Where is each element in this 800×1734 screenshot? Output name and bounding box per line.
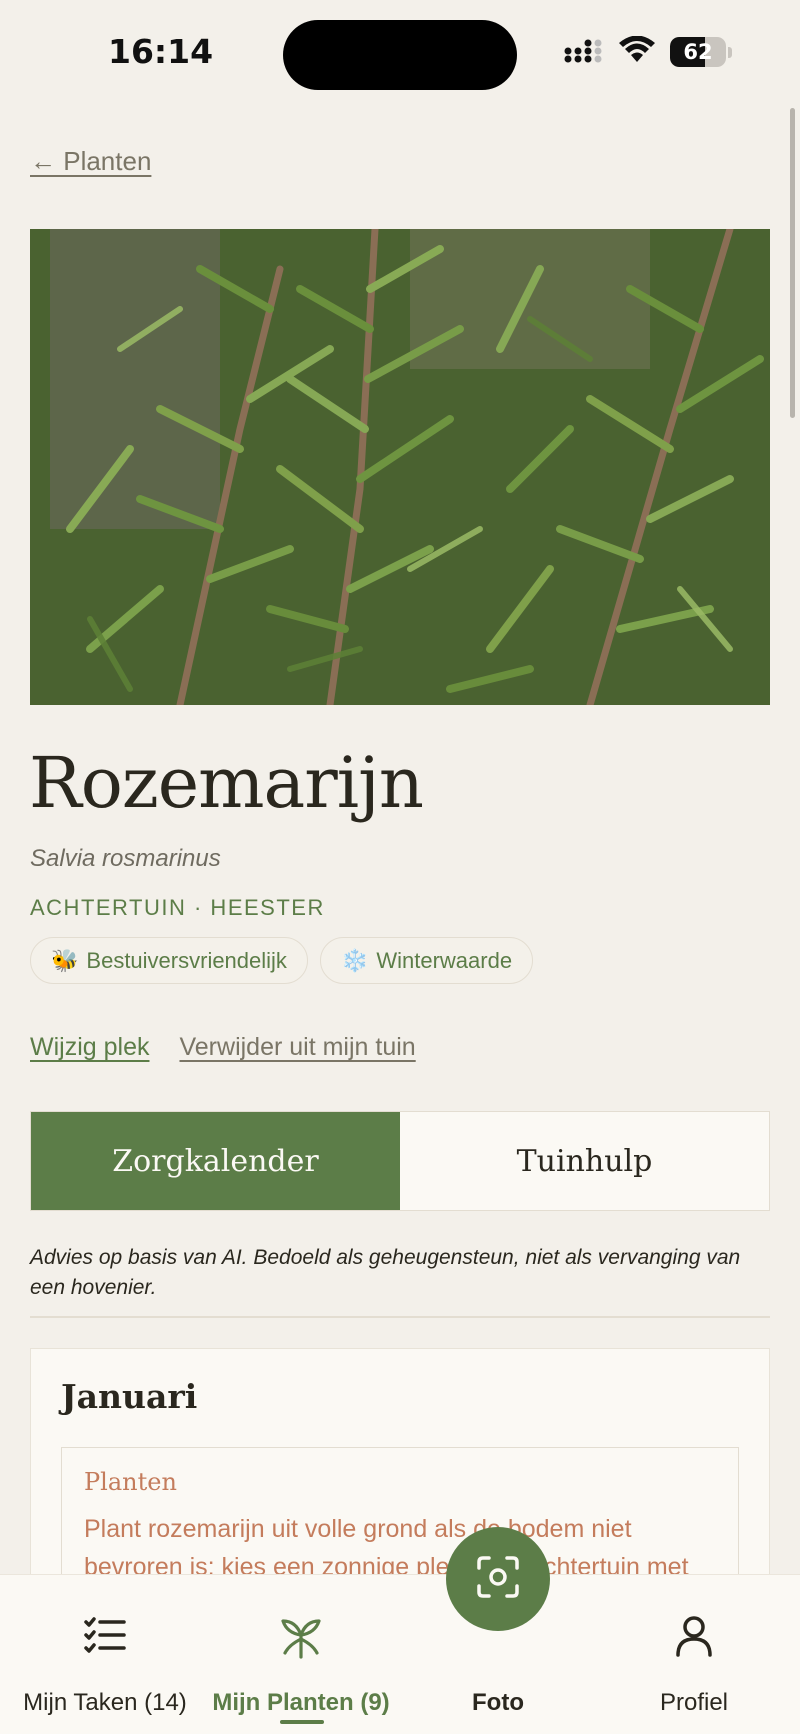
tag-pollinator-friendly: 🐝 Bestuiversvriendelijk	[30, 937, 308, 984]
task-list-icon	[83, 1615, 127, 1659]
dynamic-island	[283, 20, 517, 90]
plant-photo	[30, 229, 770, 705]
camera-scan-button[interactable]	[446, 1527, 550, 1631]
change-location-link[interactable]: Wijzig plek	[30, 1033, 149, 1062]
battery-cap	[728, 46, 732, 58]
plant-icon	[279, 1615, 323, 1663]
task-type: Planten	[84, 1468, 177, 1496]
battery-percentage: 62	[683, 40, 713, 64]
tab-garden-help[interactable]: Tuinhulp	[400, 1112, 769, 1210]
plant-latin-name: Salvia rosmarinus	[30, 845, 221, 872]
ai-disclaimer: Advies op basis van AI. Bedoeld als gehe…	[30, 1246, 741, 1299]
tab-care-calendar[interactable]: Zorgkalender	[31, 1112, 400, 1210]
nav-label: Profiel	[659, 1689, 729, 1716]
detail-tabs: Zorgkalender Tuinhulp	[30, 1111, 770, 1211]
bee-icon: 🐝	[51, 947, 79, 973]
status-time: 16:14	[108, 32, 214, 71]
nav-profile[interactable]: Profiel	[594, 1575, 794, 1734]
camera-scan-icon	[476, 1555, 520, 1603]
plant-actions: Wijzig plek Verwijder uit mijn tuin	[30, 1033, 416, 1062]
bottom-nav: Mijn Taken (14) Mijn Planten (9) Foto Pr…	[0, 1574, 800, 1734]
status-bar: 16:14 62	[0, 0, 800, 110]
nav-label: Mijn Planten (9)	[212, 1689, 390, 1716]
nav-my-plants[interactable]: Mijn Planten (9)	[201, 1575, 401, 1734]
plant-name: Rozemarijn	[29, 742, 424, 824]
tag-winter-value: ❄️ Winterwaarde	[319, 937, 534, 984]
snowflake-icon: ❄️	[340, 947, 369, 973]
plant-detail-screen: 16:14 62 ← Planten Rozemarijn Salvia ros…	[0, 0, 800, 1734]
nav-my-tasks[interactable]: Mijn Taken (14)	[5, 1575, 205, 1734]
nav-label: Foto	[472, 1689, 524, 1716]
tag-label: Bestuiversvriendelijk	[86, 947, 287, 973]
month-title: Januari	[61, 1377, 198, 1416]
status-icons: 62	[564, 35, 732, 68]
back-to-plants-link[interactable]: ← Planten	[30, 146, 151, 177]
remove-from-garden-link[interactable]: Verwijder uit mijn tuin	[179, 1033, 415, 1062]
battery-icon: 62	[670, 37, 726, 67]
profile-icon	[674, 1615, 714, 1661]
wifi-icon	[618, 35, 656, 68]
nav-label: Mijn Taken (14)	[23, 1689, 187, 1716]
divider	[30, 1316, 770, 1318]
scrollbar[interactable]	[790, 108, 795, 418]
plant-tags: 🐝 Bestuiversvriendelijk ❄️ Winterwaarde	[30, 937, 534, 984]
tag-label: Winterwaarde	[376, 947, 513, 973]
plant-location-type: ACHTERTUIN · HEESTER	[30, 895, 325, 920]
active-tab-indicator	[280, 1720, 324, 1724]
cellular-signal-icon	[564, 36, 604, 68]
